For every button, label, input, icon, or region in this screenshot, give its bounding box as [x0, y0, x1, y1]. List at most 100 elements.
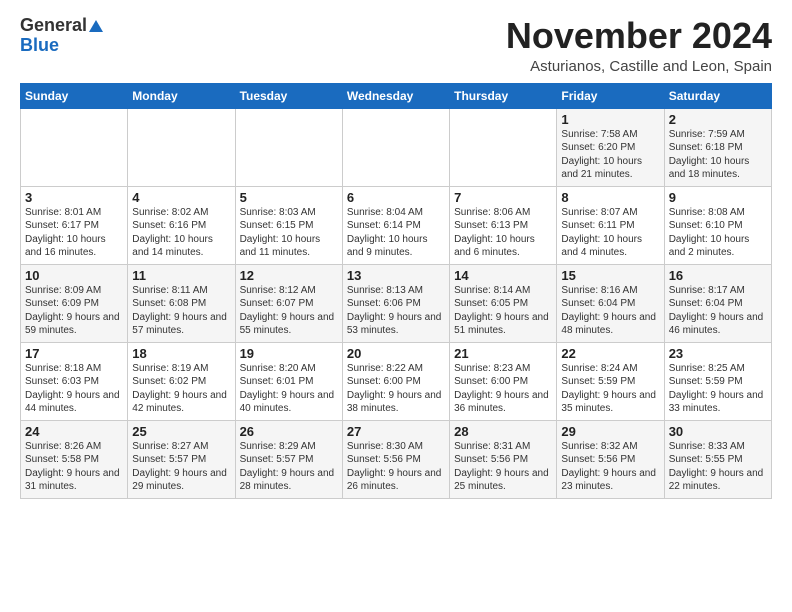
- logo-general-text: General: [20, 16, 87, 36]
- day-info: Sunrise: 8:09 AMSunset: 6:09 PMDaylight:…: [25, 284, 123, 338]
- day-info: Sunrise: 8:31 AMSunset: 5:56 PMDaylight:…: [454, 440, 552, 494]
- location-subtitle: Asturianos, Castille and Leon, Spain: [506, 58, 772, 75]
- header: General Blue November 2024 Asturianos, C…: [20, 16, 772, 75]
- day-number: 6: [347, 190, 445, 205]
- header-monday: Monday: [128, 83, 235, 108]
- day-number: 4: [132, 190, 230, 205]
- table-row: 2Sunrise: 7:59 AMSunset: 6:18 PMDaylight…: [664, 108, 771, 186]
- table-row: 7Sunrise: 8:06 AMSunset: 6:13 PMDaylight…: [450, 186, 557, 264]
- day-info: Sunrise: 8:17 AMSunset: 6:04 PMDaylight:…: [669, 284, 767, 338]
- day-info: Sunrise: 8:16 AMSunset: 6:04 PMDaylight:…: [561, 284, 659, 338]
- calendar-header-row: Sunday Monday Tuesday Wednesday Thursday…: [21, 83, 772, 108]
- day-info: Sunrise: 8:33 AMSunset: 5:55 PMDaylight:…: [669, 440, 767, 494]
- day-info: Sunrise: 8:06 AMSunset: 6:13 PMDaylight:…: [454, 206, 552, 260]
- table-row: 8Sunrise: 8:07 AMSunset: 6:11 PMDaylight…: [557, 186, 664, 264]
- day-number: 18: [132, 346, 230, 361]
- day-info: Sunrise: 8:20 AMSunset: 6:01 PMDaylight:…: [240, 362, 338, 416]
- day-number: 8: [561, 190, 659, 205]
- day-number: 9: [669, 190, 767, 205]
- table-row: [21, 108, 128, 186]
- table-row: [342, 108, 449, 186]
- table-row: 5Sunrise: 8:03 AMSunset: 6:15 PMDaylight…: [235, 186, 342, 264]
- calendar-week-row: 1Sunrise: 7:58 AMSunset: 6:20 PMDaylight…: [21, 108, 772, 186]
- day-number: 20: [347, 346, 445, 361]
- table-row: 16Sunrise: 8:17 AMSunset: 6:04 PMDayligh…: [664, 264, 771, 342]
- header-sunday: Sunday: [21, 83, 128, 108]
- day-info: Sunrise: 7:59 AMSunset: 6:18 PMDaylight:…: [669, 128, 767, 182]
- day-info: Sunrise: 8:30 AMSunset: 5:56 PMDaylight:…: [347, 440, 445, 494]
- month-title: November 2024: [506, 16, 772, 56]
- header-tuesday: Tuesday: [235, 83, 342, 108]
- table-row: 11Sunrise: 8:11 AMSunset: 6:08 PMDayligh…: [128, 264, 235, 342]
- table-row: 25Sunrise: 8:27 AMSunset: 5:57 PMDayligh…: [128, 420, 235, 498]
- logo-blue-text: Blue: [20, 35, 59, 55]
- day-info: Sunrise: 8:14 AMSunset: 6:05 PMDaylight:…: [454, 284, 552, 338]
- table-row: 17Sunrise: 8:18 AMSunset: 6:03 PMDayligh…: [21, 342, 128, 420]
- table-row: 13Sunrise: 8:13 AMSunset: 6:06 PMDayligh…: [342, 264, 449, 342]
- day-info: Sunrise: 8:07 AMSunset: 6:11 PMDaylight:…: [561, 206, 659, 260]
- day-number: 30: [669, 424, 767, 439]
- day-number: 27: [347, 424, 445, 439]
- day-number: 12: [240, 268, 338, 283]
- table-row: 3Sunrise: 8:01 AMSunset: 6:17 PMDaylight…: [21, 186, 128, 264]
- table-row: [235, 108, 342, 186]
- header-saturday: Saturday: [664, 83, 771, 108]
- page: General Blue November 2024 Asturianos, C…: [0, 0, 792, 509]
- table-row: 1Sunrise: 7:58 AMSunset: 6:20 PMDaylight…: [557, 108, 664, 186]
- day-number: 13: [347, 268, 445, 283]
- day-number: 29: [561, 424, 659, 439]
- table-row: 12Sunrise: 8:12 AMSunset: 6:07 PMDayligh…: [235, 264, 342, 342]
- day-number: 11: [132, 268, 230, 283]
- table-row: 15Sunrise: 8:16 AMSunset: 6:04 PMDayligh…: [557, 264, 664, 342]
- day-number: 21: [454, 346, 552, 361]
- day-info: Sunrise: 8:22 AMSunset: 6:00 PMDaylight:…: [347, 362, 445, 416]
- table-row: 10Sunrise: 8:09 AMSunset: 6:09 PMDayligh…: [21, 264, 128, 342]
- logo: General Blue: [20, 16, 103, 56]
- table-row: 19Sunrise: 8:20 AMSunset: 6:01 PMDayligh…: [235, 342, 342, 420]
- day-number: 24: [25, 424, 123, 439]
- title-block: November 2024 Asturianos, Castille and L…: [506, 16, 772, 75]
- day-info: Sunrise: 8:26 AMSunset: 5:58 PMDaylight:…: [25, 440, 123, 494]
- day-number: 1: [561, 112, 659, 127]
- table-row: [450, 108, 557, 186]
- day-number: 25: [132, 424, 230, 439]
- table-row: 20Sunrise: 8:22 AMSunset: 6:00 PMDayligh…: [342, 342, 449, 420]
- day-number: 28: [454, 424, 552, 439]
- day-info: Sunrise: 8:32 AMSunset: 5:56 PMDaylight:…: [561, 440, 659, 494]
- day-number: 22: [561, 346, 659, 361]
- table-row: 23Sunrise: 8:25 AMSunset: 5:59 PMDayligh…: [664, 342, 771, 420]
- day-number: 3: [25, 190, 123, 205]
- calendar-week-row: 24Sunrise: 8:26 AMSunset: 5:58 PMDayligh…: [21, 420, 772, 498]
- day-info: Sunrise: 8:11 AMSunset: 6:08 PMDaylight:…: [132, 284, 230, 338]
- day-number: 15: [561, 268, 659, 283]
- day-info: Sunrise: 8:27 AMSunset: 5:57 PMDaylight:…: [132, 440, 230, 494]
- day-number: 16: [669, 268, 767, 283]
- day-info: Sunrise: 8:18 AMSunset: 6:03 PMDaylight:…: [25, 362, 123, 416]
- table-row: 28Sunrise: 8:31 AMSunset: 5:56 PMDayligh…: [450, 420, 557, 498]
- day-number: 23: [669, 346, 767, 361]
- day-number: 2: [669, 112, 767, 127]
- table-row: 22Sunrise: 8:24 AMSunset: 5:59 PMDayligh…: [557, 342, 664, 420]
- table-row: 6Sunrise: 8:04 AMSunset: 6:14 PMDaylight…: [342, 186, 449, 264]
- table-row: 18Sunrise: 8:19 AMSunset: 6:02 PMDayligh…: [128, 342, 235, 420]
- table-row: 24Sunrise: 8:26 AMSunset: 5:58 PMDayligh…: [21, 420, 128, 498]
- day-number: 5: [240, 190, 338, 205]
- day-number: 10: [25, 268, 123, 283]
- header-wednesday: Wednesday: [342, 83, 449, 108]
- day-info: Sunrise: 8:02 AMSunset: 6:16 PMDaylight:…: [132, 206, 230, 260]
- day-info: Sunrise: 8:25 AMSunset: 5:59 PMDaylight:…: [669, 362, 767, 416]
- table-row: 30Sunrise: 8:33 AMSunset: 5:55 PMDayligh…: [664, 420, 771, 498]
- day-number: 14: [454, 268, 552, 283]
- calendar-week-row: 10Sunrise: 8:09 AMSunset: 6:09 PMDayligh…: [21, 264, 772, 342]
- table-row: 4Sunrise: 8:02 AMSunset: 6:16 PMDaylight…: [128, 186, 235, 264]
- calendar-table: Sunday Monday Tuesday Wednesday Thursday…: [20, 83, 772, 499]
- day-info: Sunrise: 8:04 AMSunset: 6:14 PMDaylight:…: [347, 206, 445, 260]
- day-info: Sunrise: 8:23 AMSunset: 6:00 PMDaylight:…: [454, 362, 552, 416]
- table-row: 21Sunrise: 8:23 AMSunset: 6:00 PMDayligh…: [450, 342, 557, 420]
- day-info: Sunrise: 8:13 AMSunset: 6:06 PMDaylight:…: [347, 284, 445, 338]
- day-info: Sunrise: 8:01 AMSunset: 6:17 PMDaylight:…: [25, 206, 123, 260]
- table-row: 26Sunrise: 8:29 AMSunset: 5:57 PMDayligh…: [235, 420, 342, 498]
- day-number: 19: [240, 346, 338, 361]
- day-info: Sunrise: 8:03 AMSunset: 6:15 PMDaylight:…: [240, 206, 338, 260]
- calendar-week-row: 17Sunrise: 8:18 AMSunset: 6:03 PMDayligh…: [21, 342, 772, 420]
